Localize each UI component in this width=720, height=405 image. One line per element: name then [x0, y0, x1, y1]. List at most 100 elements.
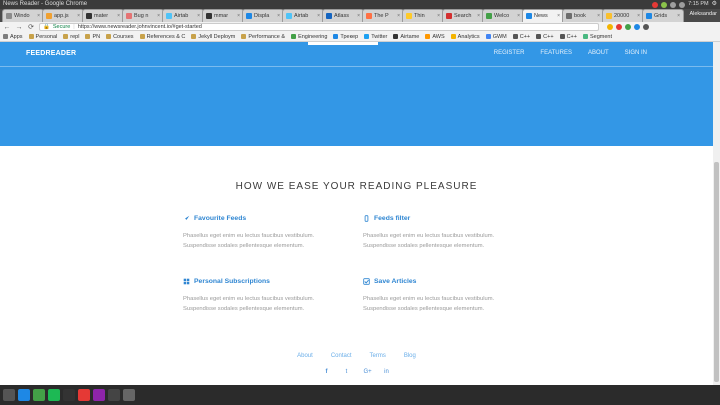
bookmark-icon — [485, 34, 491, 39]
linkedin-icon[interactable]: in — [384, 369, 390, 375]
vscode-icon[interactable] — [18, 389, 30, 401]
tab-favicon-icon — [6, 13, 12, 19]
profile-name[interactable]: Aleksandar — [689, 11, 717, 17]
bookmark-item[interactable]: repl — [63, 34, 79, 40]
tab-close-icon[interactable]: × — [157, 13, 160, 19]
tab-close-icon[interactable]: × — [677, 13, 680, 19]
bookmark-item[interactable]: Jekyll Deploym — [191, 34, 235, 40]
browser-tab[interactable]: Airtab × — [282, 9, 324, 22]
footer-link-contact[interactable]: Contact — [331, 353, 352, 359]
extension-icon[interactable] — [616, 24, 622, 30]
browser-tab[interactable]: News × — [522, 9, 564, 22]
bookmark-item[interactable]: AWS — [425, 34, 445, 40]
tab-close-icon[interactable]: × — [557, 13, 560, 19]
bookmark-item[interactable]: GWM — [485, 34, 507, 40]
nav-register[interactable]: REGISTER — [494, 50, 525, 56]
nav-sign-in[interactable]: SIGN IN — [625, 50, 647, 56]
browser-tab[interactable]: Atlass × — [322, 9, 364, 22]
bookmark-item[interactable]: References & C — [139, 34, 185, 40]
scrollbar-thumb[interactable] — [714, 162, 719, 382]
chrome-tray-icon[interactable] — [652, 1, 659, 8]
terminal-icon[interactable] — [63, 389, 75, 401]
extension-icon[interactable] — [625, 24, 631, 30]
extension-icon[interactable] — [634, 24, 640, 30]
brand-logo[interactable]: FEEDREADER — [26, 50, 76, 57]
browser-tab[interactable]: Displa × — [242, 9, 284, 22]
viber-icon[interactable] — [93, 389, 105, 401]
browser-tab[interactable]: Thin × — [402, 9, 444, 22]
browser-tab[interactable]: app.js × — [42, 9, 84, 22]
tab-close-icon[interactable]: × — [437, 13, 440, 19]
menu-icon[interactable] — [643, 24, 649, 30]
browser-tab[interactable]: Bug n × — [122, 9, 164, 22]
clock[interactable]: 7:15 PM — [688, 0, 708, 9]
twitter-icon[interactable]: t — [344, 369, 350, 375]
bookmark-item[interactable]: Analytics — [450, 34, 480, 40]
tab-close-icon[interactable]: × — [357, 13, 360, 19]
nav-features[interactable]: FEATURES — [540, 50, 572, 56]
files-icon[interactable] — [123, 389, 135, 401]
bookmark-item[interactable]: Performance & — [241, 34, 285, 40]
bookmark-item[interactable]: Airtame — [393, 34, 419, 40]
browser-tab[interactable]: mmar × — [202, 9, 244, 22]
chrome-icon[interactable] — [78, 389, 90, 401]
bookmark-item[interactable]: C++ — [536, 34, 554, 40]
page-scrollbar[interactable] — [713, 42, 720, 385]
bookmark-icon — [291, 34, 297, 39]
terminal-icon[interactable] — [108, 389, 120, 401]
back-icon[interactable]: ← — [3, 24, 11, 31]
url-text[interactable]: https://www.newsreader.johnvincent.io/#g… — [78, 24, 202, 30]
bookmark-item[interactable]: Personal — [28, 34, 57, 40]
browser-tab[interactable]: Airtab × — [162, 9, 204, 22]
browser-tab[interactable]: mater × — [82, 9, 124, 22]
tab-close-icon[interactable]: × — [517, 13, 520, 19]
bookmark-item[interactable]: PN — [85, 34, 100, 40]
footer-link-blog[interactable]: Blog — [404, 353, 416, 359]
tab-close-icon[interactable]: × — [477, 13, 480, 19]
tab-close-icon[interactable]: × — [37, 13, 40, 19]
tray-app-icon[interactable] — [661, 1, 668, 8]
forward-icon[interactable]: → — [15, 24, 23, 31]
footer-link-terms[interactable]: Terms — [370, 353, 386, 359]
tab-close-icon[interactable]: × — [277, 13, 280, 19]
google-plus-icon[interactable]: G+ — [364, 369, 372, 375]
bookmark-item[interactable]: Courses — [106, 34, 134, 40]
volume-icon[interactable] — [679, 1, 686, 8]
bookmark-item[interactable]: Twitter — [364, 34, 387, 40]
launcher-icon[interactable] — [3, 389, 15, 401]
tab-close-icon[interactable]: × — [77, 13, 80, 19]
tab-close-icon[interactable]: × — [197, 13, 200, 19]
tab-close-icon[interactable]: × — [237, 13, 240, 19]
reload-icon[interactable]: ⟳ — [27, 23, 35, 31]
browser-tab[interactable]: Welco × — [482, 9, 524, 22]
spotify-icon[interactable] — [48, 389, 60, 401]
top-nav: REGISTER FEATURES ABOUT SIGN IN — [494, 50, 647, 56]
bookmark-item[interactable]: Трекер — [333, 34, 358, 40]
app-icon[interactable] — [33, 389, 45, 401]
omnibox[interactable]: 🔒 Secure | https://www.newsreader.johnvi… — [39, 23, 599, 31]
tab-favicon-icon — [606, 13, 612, 19]
browser-tab[interactable]: book × — [562, 9, 604, 22]
footer-link-about[interactable]: About — [297, 353, 313, 359]
browser-tab[interactable]: Grids × — [642, 9, 684, 22]
bookmark-item[interactable]: Apps — [3, 34, 23, 40]
tab-close-icon[interactable]: × — [597, 13, 600, 19]
bookmark-item[interactable]: C++ — [512, 34, 530, 40]
network-icon[interactable] — [670, 1, 677, 8]
tab-close-icon[interactable]: × — [317, 13, 320, 19]
browser-tab[interactable]: The P × — [362, 9, 404, 22]
tab-close-icon[interactable]: × — [397, 13, 400, 19]
browser-tab[interactable]: Windo × — [2, 9, 44, 22]
tab-close-icon[interactable]: × — [117, 13, 120, 19]
bookmark-item[interactable]: Segment — [582, 34, 612, 40]
settings-icon[interactable]: ⚙ — [712, 0, 717, 9]
browser-tab[interactable]: 20000 × — [602, 9, 644, 22]
bookmark-item[interactable]: C++ — [559, 34, 577, 40]
browser-tab[interactable]: Search × — [442, 9, 484, 22]
bookmark-item[interactable]: Engineering — [291, 34, 327, 40]
feature-line-2: Suspendisse sodales pellentesque element… — [183, 243, 305, 249]
tab-close-icon[interactable]: × — [637, 13, 640, 19]
facebook-icon[interactable]: f — [324, 369, 330, 375]
nav-about[interactable]: ABOUT — [588, 50, 609, 56]
bookmark-star-icon[interactable] — [607, 24, 613, 30]
